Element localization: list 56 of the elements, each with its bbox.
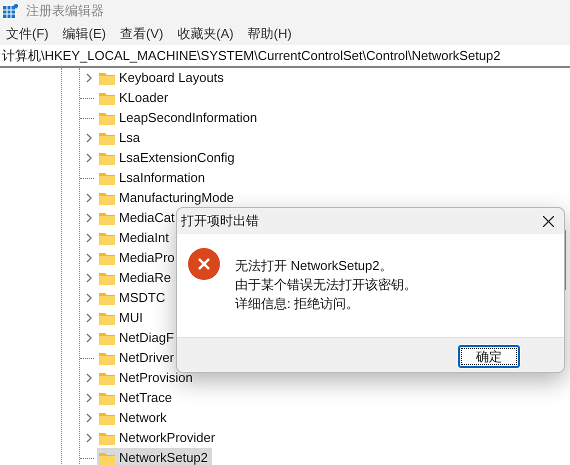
folder-icon <box>99 112 115 124</box>
tree-item[interactable]: NetworkSetup2 <box>97 448 212 465</box>
tree-item[interactable]: MediaInt <box>97 228 173 248</box>
tree-item[interactable]: Keyboard Layouts <box>97 68 228 88</box>
folder-icon <box>99 452 115 464</box>
tree-item[interactable]: MediaPro <box>97 248 179 268</box>
chevron-icon[interactable] <box>86 73 92 83</box>
tree-item[interactable]: MSDTC <box>97 288 170 308</box>
tree-item[interactable]: NetProvision <box>97 368 197 388</box>
folder-icon <box>99 72 115 84</box>
dialog-title: 打开项时出错 <box>181 212 259 230</box>
folder-icon <box>99 312 115 324</box>
tree-item[interactable]: MediaRe <box>97 268 176 288</box>
folder-icon <box>99 252 115 264</box>
error-message: 详细信息: 拒绝访问。 <box>235 295 360 313</box>
tree-item[interactable]: Network <box>97 408 171 428</box>
folder-icon <box>99 152 115 164</box>
ok-button[interactable]: 确定 <box>458 344 520 368</box>
error-message: 由于某个错误无法打开该密钥。 <box>235 276 417 294</box>
tree-item[interactable]: KLoader <box>97 88 172 108</box>
tree-item[interactable]: LsaInformation <box>97 168 209 188</box>
tree-item[interactable]: LeapSecondInformation <box>97 108 262 128</box>
tree-item[interactable]: MUI <box>97 308 147 328</box>
address-bar[interactable]: 计算机\HKEY_LOCAL_MACHINE\SYSTEM\CurrentControlSet\Control\NetworkSetup2 <box>2 46 501 66</box>
error-icon <box>188 248 220 280</box>
tree-item[interactable]: NetDriver <box>97 348 178 368</box>
tree-item[interactable]: NetDiagF <box>97 328 178 348</box>
folder-icon <box>99 272 115 284</box>
folder-icon <box>99 132 115 144</box>
tree-item[interactable]: ManufacturingMode <box>97 188 238 208</box>
folder-icon <box>99 292 115 304</box>
menu-item[interactable]: 帮助(H) <box>248 24 292 44</box>
menu-item[interactable]: 编辑(E) <box>62 24 106 44</box>
folder-icon <box>99 232 115 244</box>
registry-editor-icon <box>3 4 18 18</box>
folder-icon <box>99 92 115 104</box>
folder-icon <box>99 352 115 364</box>
tree-item[interactable]: NetworkProvider <box>97 428 220 448</box>
tree-item[interactable]: MediaCat <box>97 208 179 228</box>
folder-icon <box>99 172 115 184</box>
window-title: 注册表编辑器 <box>26 2 104 20</box>
tree-item[interactable]: NetTrace <box>97 388 176 408</box>
folder-icon <box>99 392 115 404</box>
folder-icon <box>99 192 115 204</box>
folder-icon <box>99 332 115 344</box>
menu-item[interactable]: 查看(V) <box>120 24 164 44</box>
menu-item[interactable]: 收藏夹(A) <box>177 24 234 44</box>
folder-icon <box>99 412 115 424</box>
folder-icon <box>99 432 115 444</box>
error-message: 无法打开 NetworkSetup2。 <box>235 257 394 275</box>
tree-item[interactable]: LsaExtensionConfig <box>97 148 239 168</box>
menu-item[interactable]: 文件(F) <box>6 24 49 44</box>
tree-item[interactable]: Lsa <box>97 128 144 148</box>
folder-icon <box>99 212 115 224</box>
close-icon[interactable] <box>543 216 554 226</box>
folder-icon <box>99 372 115 384</box>
